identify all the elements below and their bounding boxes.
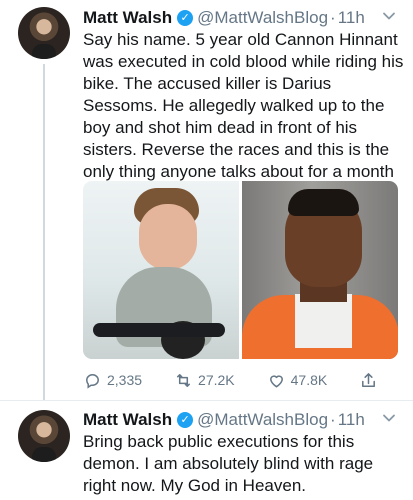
man-hair-shape <box>288 189 359 216</box>
share-button[interactable] <box>359 371 383 390</box>
thread-connector-line <box>43 64 45 400</box>
mugshot-photo[interactable] <box>242 181 398 359</box>
tweet-media-grid[interactable] <box>83 181 398 359</box>
like-button[interactable]: 47.8K <box>267 371 328 390</box>
tweet-text: Say his name. 5 year old Cannon Hinnant … <box>83 30 404 181</box>
child-face-shape <box>139 204 197 270</box>
metadata-separator: · <box>330 410 336 429</box>
tweet-header: Matt Walsh ✓ @MattWalshBlog · 11h <box>83 408 403 432</box>
reply-icon <box>86 373 99 389</box>
author-avatar[interactable] <box>18 410 70 462</box>
tweet-header: Matt Walsh ✓ @MattWalshBlog · 11h <box>83 6 403 30</box>
verified-badge-icon: ✓ <box>177 10 194 26</box>
reply-button[interactable]: 2,335 <box>83 371 142 390</box>
like-count: 47.8K <box>290 372 328 388</box>
metadata-separator: · <box>330 8 336 27</box>
bike-handlebar-shape <box>93 323 225 337</box>
tweet-text: Bring back public executions for this de… <box>83 432 374 495</box>
retweet-icon <box>177 373 191 387</box>
tweet-divider <box>0 400 413 401</box>
retweet-button[interactable]: 27.2K <box>174 371 235 390</box>
author-handle[interactable]: @MattWalshBlog <box>197 8 328 28</box>
white-shirt-shape <box>295 294 352 348</box>
author-name[interactable]: Matt Walsh <box>83 8 172 28</box>
author-avatar[interactable] <box>18 7 70 59</box>
author-handle[interactable]: @MattWalshBlog <box>197 410 328 430</box>
chevron-down-icon[interactable] <box>380 409 398 427</box>
chevron-down-icon[interactable] <box>380 7 398 25</box>
tweet-time[interactable]: 11h <box>338 410 365 430</box>
tweet-action-bar: 2,335 27.2K 47.8K <box>83 366 376 394</box>
retweet-count: 27.2K <box>198 372 235 388</box>
tweet-time[interactable]: 11h <box>338 8 365 28</box>
share-icon <box>362 372 376 387</box>
child-photo[interactable] <box>83 181 239 359</box>
heart-icon <box>269 374 283 387</box>
author-name[interactable]: Matt Walsh <box>83 410 172 430</box>
reply-count: 2,335 <box>107 372 143 388</box>
verified-badge-icon: ✓ <box>177 412 194 428</box>
